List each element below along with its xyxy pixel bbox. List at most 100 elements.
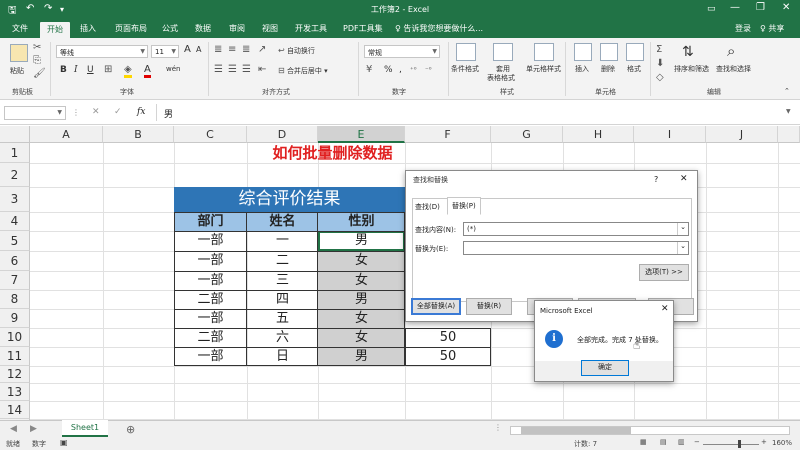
- merge-center-button[interactable]: ⊟ 合并后居中 ▾: [278, 66, 328, 76]
- row-header-7[interactable]: 7: [0, 271, 30, 290]
- fill-color-icon[interactable]: ◈: [124, 65, 132, 78]
- table-cell[interactable]: 一部: [174, 231, 247, 251]
- select-all-corner[interactable]: [0, 126, 30, 143]
- format-as-table-icon[interactable]: [493, 43, 513, 61]
- wrap-text-button[interactable]: ↩ 自动换行: [278, 46, 315, 56]
- collapse-ribbon-icon[interactable]: ⌃: [784, 87, 790, 95]
- scroll-first-sheet-icon[interactable]: ◀: [10, 424, 17, 434]
- table-cell[interactable]: 一部: [174, 271, 247, 290]
- tab-insert[interactable]: 插入: [80, 23, 96, 34]
- fill-icon[interactable]: ⬇: [656, 59, 664, 69]
- add-sheet-button[interactable]: ⊕: [126, 423, 135, 436]
- replace-button[interactable]: 替换(R): [466, 298, 512, 315]
- row-header-8[interactable]: 8: [0, 290, 30, 309]
- bold-button[interactable]: B: [60, 65, 67, 75]
- format-cells-button[interactable]: 格式: [627, 64, 641, 74]
- zoom-slider-thumb[interactable]: [738, 440, 741, 448]
- col-header-name[interactable]: 姓名: [247, 212, 318, 231]
- cell-styles-button[interactable]: 单元格样式: [526, 64, 561, 74]
- sort-filter-icon[interactable]: ⇅: [682, 44, 694, 60]
- table-cell[interactable]: 50: [405, 328, 491, 347]
- name-box[interactable]: ▼: [4, 106, 66, 120]
- row-header-11[interactable]: 11: [0, 347, 30, 366]
- row-header-1[interactable]: 1: [0, 143, 30, 163]
- zoom-in-button[interactable]: +: [761, 438, 767, 446]
- search-icon[interactable]: ⌕: [727, 42, 735, 60]
- tab-replace[interactable]: 替换(P): [447, 197, 481, 215]
- column-header-g[interactable]: G: [491, 126, 563, 143]
- table-header-merged[interactable]: 综合评价结果: [174, 187, 405, 212]
- col-header-dept[interactable]: 部门: [174, 212, 247, 231]
- align-center-icon[interactable]: ☰: [228, 65, 237, 75]
- tab-find[interactable]: 查找(D): [415, 202, 440, 212]
- table-cell[interactable]: 二部: [174, 290, 247, 309]
- table-cell[interactable]: 一部: [174, 347, 247, 366]
- restore-button[interactable]: ❐: [756, 2, 765, 13]
- options-button[interactable]: 选项(T) >>: [639, 264, 689, 281]
- phonetic-button[interactable]: wén: [166, 65, 180, 73]
- number-format-combo[interactable]: 常规 ▼: [364, 45, 440, 58]
- share-button[interactable]: ♀ 共享: [760, 23, 784, 34]
- row-header-2[interactable]: 2: [0, 163, 30, 187]
- column-header-i[interactable]: I: [634, 126, 706, 143]
- table-cell[interactable]: 日: [247, 347, 318, 366]
- indent-icon[interactable]: ⇤: [258, 65, 266, 75]
- comma-button[interactable]: ,: [399, 65, 402, 75]
- replace-all-button[interactable]: 全部替换(A): [411, 298, 461, 315]
- login-link[interactable]: 登录: [735, 23, 751, 34]
- align-left-icon[interactable]: ☰: [214, 65, 223, 75]
- percent-button[interactable]: %: [384, 65, 393, 75]
- close-button[interactable]: ✕: [782, 2, 790, 13]
- font-name-combo[interactable]: 等线 ▼: [56, 45, 148, 58]
- column-header-k[interactable]: [778, 126, 800, 143]
- tab-home[interactable]: 开始: [40, 22, 70, 38]
- tab-review[interactable]: 审阅: [229, 23, 245, 34]
- normal-view-icon[interactable]: ▦: [640, 438, 647, 446]
- insert-cells-icon[interactable]: [574, 43, 592, 61]
- tab-developer[interactable]: 开发工具: [295, 23, 327, 34]
- row-header-9[interactable]: 9: [0, 309, 30, 328]
- copy-icon[interactable]: ⎘: [33, 56, 41, 66]
- sheet-tab-sheet1[interactable]: Sheet1: [62, 420, 108, 437]
- insert-cells-button[interactable]: 插入: [575, 64, 589, 74]
- row-header-5[interactable]: 5: [0, 231, 30, 251]
- help-button[interactable]: ?: [654, 175, 658, 184]
- table-cell[interactable]: 一部: [174, 309, 247, 328]
- align-right-icon[interactable]: ☰: [242, 65, 251, 75]
- format-cells-icon[interactable]: [626, 43, 644, 61]
- row-header-4[interactable]: 4: [0, 212, 30, 231]
- delete-cells-icon[interactable]: [600, 43, 618, 61]
- column-header-h[interactable]: H: [563, 126, 634, 143]
- orientation-icon[interactable]: ↗: [258, 45, 266, 55]
- table-cell[interactable]: 女: [318, 328, 405, 347]
- row-header-6[interactable]: 6: [0, 251, 30, 271]
- page-layout-view-icon[interactable]: ▤: [660, 438, 667, 446]
- sheet-title[interactable]: 如何批量删除数据: [174, 143, 491, 163]
- col-header-gender[interactable]: 性别: [318, 212, 405, 231]
- cancel-entry-icon[interactable]: ✕: [92, 107, 100, 117]
- tab-pdf-tools[interactable]: PDF工具集: [343, 23, 383, 34]
- expand-formula-icon[interactable]: ▼: [786, 108, 791, 115]
- currency-icon[interactable]: ¥: [366, 65, 372, 75]
- paste-button-label[interactable]: 粘贴: [10, 66, 24, 76]
- decrease-decimal-icon[interactable]: ⁻⁰: [425, 65, 432, 75]
- font-color-button[interactable]: A: [144, 64, 151, 78]
- table-cell[interactable]: 三: [247, 271, 318, 290]
- table-cell[interactable]: 一部: [174, 251, 247, 271]
- formula-input[interactable]: 男: [164, 107, 173, 120]
- macro-record-icon[interactable]: ▣: [60, 438, 68, 447]
- row-header-13[interactable]: 13: [0, 383, 30, 401]
- message-box-close-button[interactable]: ✕: [661, 304, 669, 314]
- confirm-entry-icon[interactable]: ✓: [114, 107, 122, 117]
- zoom-slider-track[interactable]: [703, 444, 759, 445]
- align-top-icon[interactable]: ≣: [214, 45, 222, 55]
- table-cell[interactable]: 50: [405, 347, 491, 366]
- column-header-f[interactable]: F: [405, 126, 491, 143]
- underline-button[interactable]: U: [87, 65, 94, 75]
- table-cell[interactable]: 女: [318, 251, 405, 271]
- shrink-font-button[interactable]: A: [196, 45, 201, 54]
- tab-page-layout[interactable]: 页面布局: [115, 23, 147, 34]
- table-cell[interactable]: 男: [318, 290, 405, 309]
- horizontal-scrollbar[interactable]: [510, 426, 790, 435]
- align-middle-icon[interactable]: ≡: [228, 45, 236, 55]
